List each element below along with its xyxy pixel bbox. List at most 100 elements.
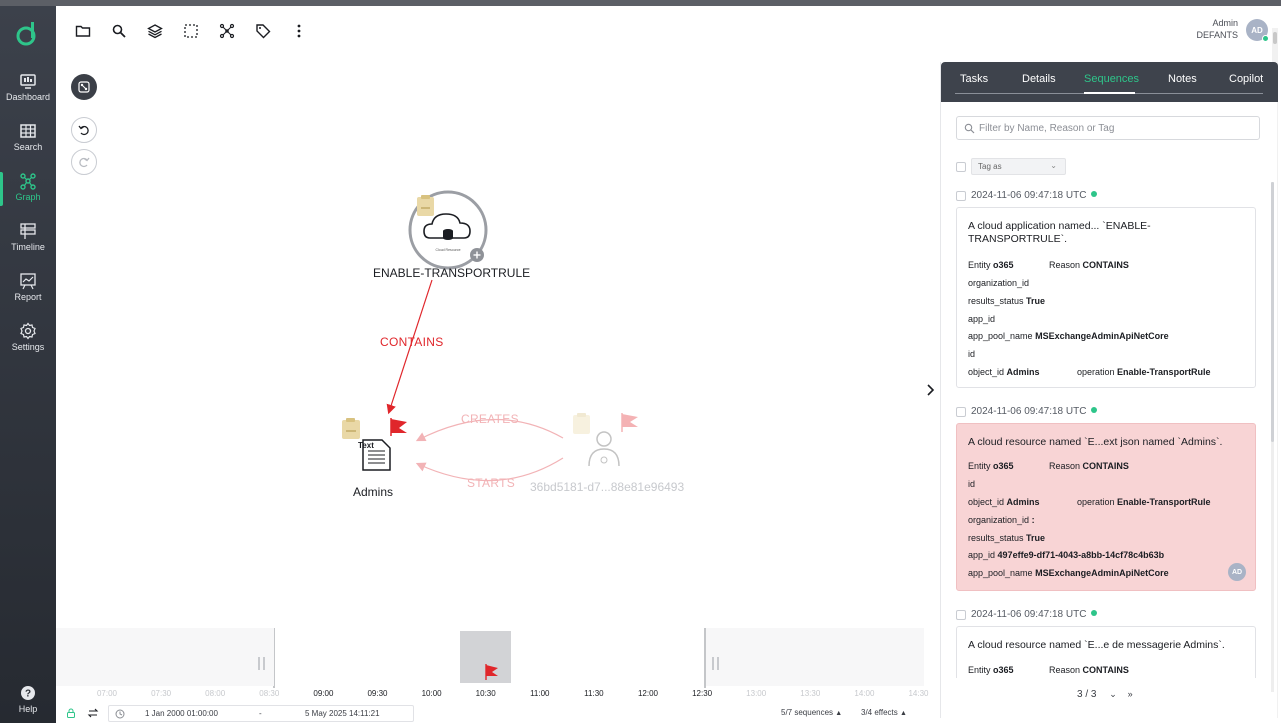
user-info: Admin DEFANTS	[1196, 17, 1238, 41]
sidebar-item-timeline[interactable]: Timeline	[0, 216, 56, 262]
graph-icon	[20, 173, 36, 190]
sidebar-item-graph[interactable]: Graph	[0, 166, 56, 212]
tab-tasks[interactable]: Tasks	[960, 73, 988, 85]
reason-field: Reason CONTAINS	[1049, 665, 1129, 675]
network-icon	[219, 23, 235, 39]
clipboard-icon	[342, 418, 360, 439]
search-icon	[964, 123, 975, 134]
sequences-filter[interactable]: 5/7 sequences ▲	[781, 708, 842, 717]
open-folder-button[interactable]	[70, 18, 96, 44]
panel-tabs: Tasks Details Sequences Notes Copilot	[941, 62, 1278, 102]
chevron-down-icon: ⌄	[1050, 161, 1057, 170]
help-icon: ?	[21, 686, 35, 700]
tab-sequences[interactable]: Sequences	[1084, 73, 1139, 85]
kv-row: id	[968, 349, 976, 359]
node-file[interactable]: Text	[342, 418, 407, 471]
tab-details[interactable]: Details	[1022, 73, 1056, 85]
window-scrollbar-thumb[interactable]	[1273, 32, 1277, 44]
timeline-tick-label: 10:30	[475, 689, 496, 698]
tag-button[interactable]	[250, 18, 276, 44]
sequence-filter[interactable]	[956, 116, 1260, 140]
timeline-track	[56, 628, 924, 688]
sequence-summary: A cloud application named... `ENABLE-TRA…	[968, 220, 1151, 245]
kv-row: operation Enable-TransportRule	[1077, 367, 1211, 377]
sidebar-item-settings[interactable]: Settings	[0, 316, 56, 362]
timeline-tick-label: 12:30	[692, 689, 713, 698]
sidebar-item-label: Dashboard	[5, 92, 51, 102]
graph-layout-button[interactable]	[214, 18, 240, 44]
sidebar-item-search[interactable]: Search	[0, 116, 56, 162]
monitor-icon	[20, 74, 36, 89]
clock-icon	[115, 709, 125, 719]
node-app[interactable]: Cloud Resource	[408, 190, 488, 270]
sequence-checkbox[interactable]	[956, 191, 966, 201]
help-label: Help	[18, 704, 38, 714]
timeline-tick-label: 13:00	[746, 689, 767, 698]
kv-row: app_pool_name MSExchangeAdminApiNetCore	[968, 568, 1169, 578]
sidebar-item-dashboard[interactable]: Dashboard	[0, 66, 56, 112]
collapse-panel-button[interactable]	[924, 382, 936, 398]
tag-as-select[interactable]: Tag as ⌄	[971, 158, 1066, 175]
effects-filter[interactable]: 3/4 effects ▲	[861, 708, 907, 717]
graph-toolbar	[70, 18, 312, 46]
sequences-count: 5/7 sequences	[781, 708, 834, 717]
sequence-card[interactable]: A cloud resource named `E...e de message…	[956, 626, 1256, 678]
lock-icon[interactable]	[66, 708, 76, 718]
reason-field: Reason CONTAINS	[1049, 461, 1129, 471]
marquee-select-button[interactable]	[178, 18, 204, 44]
search-button[interactable]	[106, 18, 132, 44]
timeline[interactable]: 07:00 07:30 08:00 08:30 09:00 09:30 10:00 10:30…	[56, 626, 929, 704]
edge-label-starts: STARTS	[467, 476, 516, 490]
tab-copilot[interactable]: Copilot	[1229, 73, 1263, 85]
kv-row: app_id 497effe9-df71-4043-a8bb-14cf78c4b…	[968, 550, 1165, 560]
chevron-down-icon[interactable]: ⌄	[1109, 689, 1117, 699]
help-button[interactable]: ? Help	[0, 678, 56, 724]
user-avatar[interactable]: AD	[1246, 19, 1269, 42]
kv-row: app_pool_name MSExchangeAdminApiNetCore	[968, 331, 1169, 341]
select-all-checkbox[interactable]	[956, 162, 966, 172]
timeline-tick-label: 07:00	[96, 689, 118, 698]
filter-input[interactable]	[979, 121, 1249, 136]
grid-icon	[20, 124, 36, 138]
panel-scrollbar-thumb[interactable]	[1271, 182, 1274, 442]
kv-row: app_id	[968, 314, 996, 324]
sequence-checkbox[interactable]	[956, 610, 966, 620]
user-org: DEFANTS	[1196, 30, 1238, 40]
node-user-label: 36bd5181-d7...88e81e96493	[530, 480, 685, 494]
kv-row: results_status True	[968, 533, 1046, 543]
effects-count: 3/4 effects	[861, 708, 898, 717]
timeline-tick-label: 09:30	[367, 689, 388, 698]
kv-row: id	[968, 479, 976, 489]
timeline-tick-label: 08:30	[259, 689, 280, 698]
selection-icon	[184, 24, 198, 38]
sequence-card[interactable]: A cloud application named... `ENABLE-TRA…	[956, 207, 1256, 388]
kv-row: object_id Admins	[968, 497, 1040, 507]
graph-edges: Cloud Resource Text	[342, 190, 638, 482]
search-icon	[112, 24, 126, 38]
tab-notes[interactable]: Notes	[1168, 73, 1197, 85]
timeline-tick-label: 08:00	[205, 689, 226, 698]
node-file-badge: Text	[358, 441, 374, 450]
sidebar-item-label: Graph	[15, 192, 41, 202]
double-chevron-down-icon[interactable]: »	[1128, 689, 1133, 699]
sequence-timestamp: 2024-11-06 09:47:18 UTC	[971, 190, 1098, 201]
layers-button[interactable]	[142, 18, 168, 44]
sidebar-item-label: Timeline	[11, 242, 45, 252]
graph-canvas[interactable]: Cloud Resource Text ENABLE-TRANSPORTRULE…	[56, 60, 936, 620]
flag-icon	[390, 418, 407, 436]
sidebar-item-report[interactable]: Report	[0, 266, 56, 312]
assignee-avatar[interactable]: AD	[1228, 563, 1246, 581]
kv-row: results_status True	[968, 296, 1046, 306]
swap-icon[interactable]	[87, 707, 99, 719]
sequence-timestamp: 2024-11-06 09:47:18 UTC	[971, 609, 1098, 620]
user-initials: AD	[1251, 25, 1263, 35]
sequence-checkbox[interactable]	[956, 407, 966, 417]
node-user[interactable]	[573, 413, 638, 467]
panel-scrollbar[interactable]	[1271, 182, 1274, 692]
more-options-button[interactable]	[286, 18, 312, 44]
entity-field: Entity o365	[968, 461, 1014, 471]
tag-as-label: Tag as	[978, 162, 1002, 171]
date-range-field[interactable]: 1 Jan 2000 01:00:00 - 5 May 2025 14:11:2…	[108, 705, 414, 722]
user-icon	[588, 431, 620, 467]
sequence-card-selected[interactable]: A cloud resource named `E...ext json nam…	[956, 423, 1256, 591]
